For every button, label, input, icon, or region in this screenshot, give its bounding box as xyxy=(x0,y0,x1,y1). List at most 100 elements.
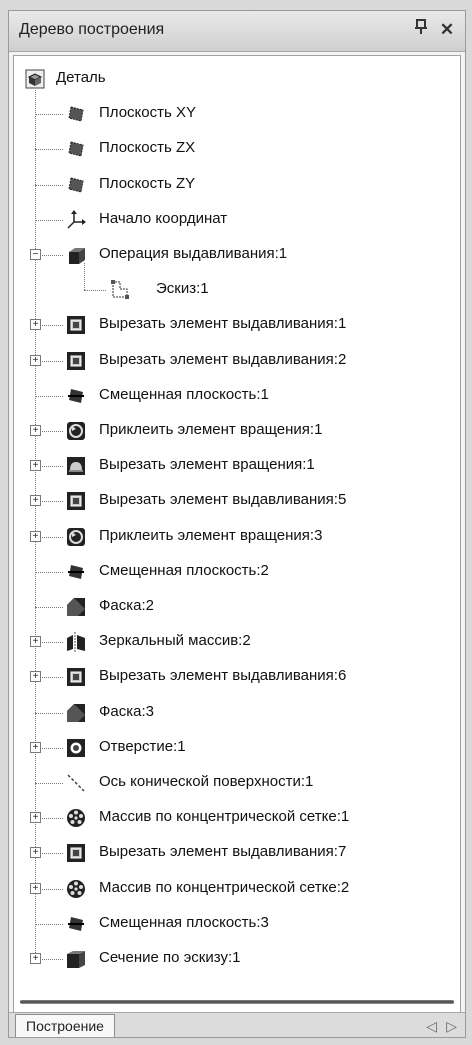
revolve-icon xyxy=(66,527,86,547)
tree-item[interactable]: Плоскость ZX xyxy=(14,134,460,164)
tree-item[interactable]: Фаска:2 xyxy=(14,592,460,622)
tree-item-label: Вырезать элемент выдавливания:5 xyxy=(99,491,347,509)
tree-branch xyxy=(35,395,63,397)
expand-icon[interactable]: + xyxy=(30,953,41,964)
tree-item[interactable]: Ось конической поверхности:1 xyxy=(14,768,460,798)
expand-icon[interactable]: + xyxy=(30,460,41,472)
tree-end-rule xyxy=(20,1000,454,1004)
tree-item-label: Плоскость ZX xyxy=(99,139,196,157)
plane-icon xyxy=(66,175,86,195)
tree-item-label: Массив по концентрической сетке:2 xyxy=(99,878,350,896)
tree-item[interactable]: + Приклеить элемент вращения:1 xyxy=(14,416,460,446)
expand-icon[interactable]: + xyxy=(30,847,41,859)
tree-root-row[interactable]: Деталь xyxy=(14,64,460,94)
tree-item[interactable]: + Вырезать элемент вращения:1 xyxy=(14,451,460,481)
part-icon xyxy=(25,69,45,89)
tree-item[interactable]: + Сечение по эскизу:1 xyxy=(14,944,460,974)
tree-branch xyxy=(35,923,63,925)
tree-item-label: Фаска:2 xyxy=(99,597,154,614)
cut-extrude-icon xyxy=(66,667,86,687)
hole-icon xyxy=(66,738,86,758)
tree-branch xyxy=(35,571,63,573)
chamfer-icon xyxy=(66,597,86,617)
pin-icon[interactable] xyxy=(411,19,431,41)
feature-tree[interactable]: Деталь Плоскость XY Плоскость ZX Плоскость … xyxy=(13,55,461,1017)
origin-axes-icon xyxy=(66,209,86,230)
tree-item-label: Отверстие:1 xyxy=(99,737,186,755)
expand-icon[interactable]: + xyxy=(30,882,41,894)
tree-item[interactable]: + Массив по концентрической сетке:2 xyxy=(14,874,460,904)
tree-branch xyxy=(35,149,63,151)
expand-icon[interactable]: + xyxy=(30,530,41,542)
tree-item[interactable]: + Вырезать элемент выдавливания:1 xyxy=(14,310,460,340)
tab-scroll-left-icon[interactable]: ◁ xyxy=(426,1018,437,1035)
expand-icon[interactable]: + xyxy=(30,812,41,824)
expand-icon[interactable]: + xyxy=(30,319,41,331)
tree-item-label: Фаска:3 xyxy=(99,702,154,720)
circular-array-icon xyxy=(66,879,86,899)
extrude-icon xyxy=(66,245,86,265)
cut-extrude-icon xyxy=(66,843,86,863)
tree-item-label: Массив по концентрической сетке:1 xyxy=(99,808,350,826)
tree-item-label: Сечение по эскизу:1 xyxy=(99,949,241,966)
tree-item-label: Смещенная плоскость:3 xyxy=(99,913,269,931)
plane-icon xyxy=(66,139,86,159)
mirror-array-icon xyxy=(66,632,86,653)
tree-item-label: Начало координат xyxy=(99,209,228,227)
tree-item[interactable]: + Массив по концентрической сетке:1 xyxy=(14,803,460,833)
expand-icon[interactable]: + xyxy=(30,741,41,753)
tree-item-label: Зеркальный массив:2 xyxy=(99,632,251,650)
revolve-icon xyxy=(66,421,86,441)
tree-item[interactable]: + Зеркальный массив:2 xyxy=(14,627,460,657)
tree-branch xyxy=(35,783,63,784)
tree-branch xyxy=(35,114,63,116)
tree-item-label: Вырезать элемент выдавливания:7 xyxy=(99,843,347,861)
tree-item-label: Вырезать элемент выдавливания:1 xyxy=(99,315,347,333)
tab-scroll-right-icon[interactable]: ▷ xyxy=(446,1018,457,1035)
tree-branch xyxy=(35,712,63,714)
offset-plane-icon xyxy=(66,914,86,934)
chamfer-icon xyxy=(66,703,86,723)
tree-item-label: Смещенная плоскость:2 xyxy=(99,561,269,579)
tree-item-label: Ось конической поверхности:1 xyxy=(99,773,314,790)
sketch-icon xyxy=(110,280,130,300)
expand-icon[interactable]: + xyxy=(30,671,41,683)
tree-item[interactable]: Смещенная плоскость:2 xyxy=(14,557,460,587)
tree-item[interactable]: + Вырезать элемент выдавливания:2 xyxy=(14,346,460,376)
expand-icon[interactable]: + xyxy=(30,425,41,436)
tree-item-label: Операция выдавливания:1 xyxy=(99,245,288,262)
offset-plane-icon xyxy=(66,562,86,582)
cut-extrude-icon xyxy=(66,491,86,511)
tree-item[interactable]: Плоскость XY xyxy=(14,99,460,129)
tree-item[interactable]: Начало координат xyxy=(14,205,460,235)
tree-item[interactable]: + Вырезать элемент выдавливания:5 xyxy=(14,486,460,516)
close-icon[interactable]: ✕ xyxy=(437,19,457,41)
circular-array-icon xyxy=(66,808,86,828)
tree-item[interactable]: + Вырезать элемент выдавливания:7 xyxy=(14,838,460,868)
tree-item[interactable]: + Вырезать элемент выдавливания:6 xyxy=(14,662,460,692)
expand-icon[interactable]: + xyxy=(30,354,41,366)
tree-item[interactable]: + Приклеить элемент вращения:3 xyxy=(14,522,460,552)
panel-titlebar: Дерево построения ✕ xyxy=(9,11,465,52)
cut-extrude-icon xyxy=(66,351,86,371)
section-icon xyxy=(66,949,86,969)
panel-title: Дерево построения xyxy=(19,21,165,38)
cut-extrude-icon xyxy=(66,315,86,335)
tree-item-label: Эскиз:1 xyxy=(156,280,209,298)
tree-item[interactable]: Эскиз:1 xyxy=(14,263,460,305)
tree-item[interactable]: Фаска:3 xyxy=(14,698,460,728)
tree-item[interactable]: Смещенная плоскость:1 xyxy=(14,381,460,411)
build-tree-panel: Дерево построения ✕ Деталь Плоскость XY Пл… xyxy=(8,10,466,1038)
plane-icon xyxy=(66,104,86,124)
offset-plane-icon xyxy=(66,386,86,406)
tab-construction[interactable]: Построение xyxy=(15,1014,115,1037)
tree-item[interactable]: Смещенная плоскость:3 xyxy=(14,909,460,939)
panel-tabbar: Построение ◁ ▷ xyxy=(9,1012,465,1037)
cut-revolve-icon xyxy=(66,456,86,476)
tree-item[interactable]: − Операция выдавливания:1 xyxy=(14,240,460,270)
collapse-icon[interactable]: − xyxy=(30,249,41,260)
expand-icon[interactable]: + xyxy=(30,495,41,507)
tree-item[interactable]: Плоскость ZY xyxy=(14,170,460,200)
expand-icon[interactable]: + xyxy=(30,636,41,648)
tree-item[interactable]: + Отверстие:1 xyxy=(14,733,460,763)
